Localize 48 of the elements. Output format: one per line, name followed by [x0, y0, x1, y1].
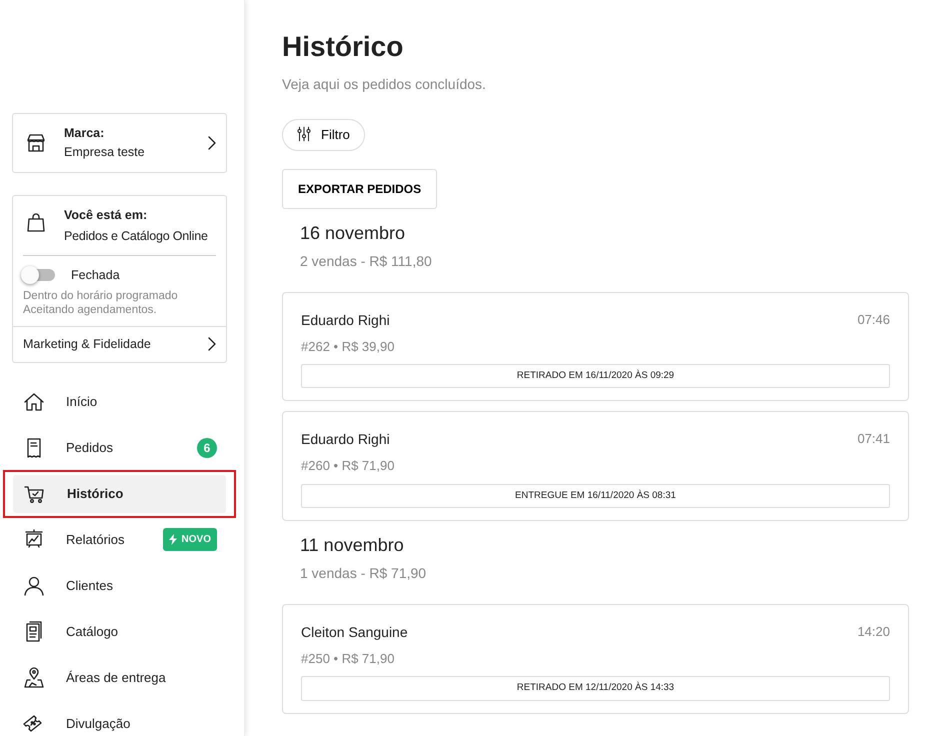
order-card[interactable]: Eduardo Righi 07:46 #262 • R$ 39,90 RETIRADO EM 16/11/2020 ÀS 09:29	[282, 292, 909, 402]
schedule-note: Dentro do horário programado	[23, 288, 179, 303]
nav-item[interactable]: Início	[12, 382, 227, 420]
page-title: Histórico	[282, 30, 404, 64]
nav-item[interactable]: Catálogo	[12, 612, 227, 650]
date-heading: 11 novembro	[300, 535, 405, 557]
location-value: Pedidos e Catálogo Online	[64, 228, 208, 246]
order-status: RETIRADO EM 12/11/2020 ÀS 14:33	[301, 676, 890, 701]
new-badge: NOVO	[162, 528, 217, 551]
customer-name: Cleiton Sanguine	[301, 622, 408, 642]
count-badge: 6	[197, 438, 217, 458]
nav-item[interactable]: Divulgação	[12, 704, 227, 736]
order-details: #262 • R$ 39,90	[301, 338, 396, 356]
store-toggle[interactable]	[23, 269, 55, 282]
nav-item[interactable]: Pedidos 6	[12, 428, 227, 466]
marketing-link[interactable]: Marketing & Fidelidade	[13, 326, 226, 362]
order-time: 07:41	[857, 430, 890, 448]
order-status: RETIRADO EM 16/11/2020 ÀS 09:29	[301, 364, 890, 388]
brand-name: Empresa teste	[64, 144, 146, 161]
schedule-note: Aceitando agendamentos.	[23, 302, 158, 317]
chevron-right-icon	[208, 136, 216, 150]
order-card[interactable]: Cleiton Sanguine 14:20 #250 • R$ 71,90 RETIRADO EM 12/11/2020 ÀS 14:33	[282, 604, 909, 714]
customer-name: Eduardo Righi	[301, 310, 390, 330]
order-details: #260 • R$ 71,90	[301, 457, 396, 476]
nav-item[interactable]: Áreas de entrega	[12, 658, 227, 696]
order-time: 14:20	[857, 622, 890, 641]
filter-button[interactable]: Filtro	[282, 118, 365, 152]
brand-label: Marca:	[64, 125, 106, 142]
customer-name: Eduardo Righi	[301, 430, 390, 450]
page-subtitle: Veja aqui os pedidos concluídos.	[282, 74, 487, 94]
order-time: 07:46	[857, 310, 890, 329]
date-heading: 16 novembro	[300, 223, 406, 245]
nav-item[interactable]: Relatórios NOVO	[12, 520, 227, 558]
chevron-right-icon	[208, 337, 216, 352]
sliders-icon	[295, 125, 313, 144]
day-summary: 2 vendas - R$ 111,80	[300, 252, 433, 271]
day-summary: 1 vendas - R$ 71,90	[300, 564, 428, 583]
location-label: Você está em:	[64, 206, 148, 224]
marketing-label: Marketing & Fidelidade	[23, 336, 151, 353]
order-details: #250 • R$ 71,90	[301, 650, 396, 668]
order-status: ENTREGUE EM 16/11/2020 ÀS 08:31	[301, 484, 890, 508]
export-button[interactable]: EXPORTAR PEDIDOS	[282, 169, 438, 210]
store-status: Fechada	[71, 267, 120, 284]
nav-item[interactable]: Clientes	[12, 566, 227, 604]
map-pin-icon	[22, 666, 46, 690]
order-card[interactable]: Eduardo Righi 07:41 #260 • R$ 71,90 ENTREGUE EM 16/11/2020 ÀS 08:31	[282, 411, 909, 522]
brand-card[interactable]: Marca: Empresa teste	[12, 113, 227, 172]
nav-item[interactable]: Histórico	[13, 474, 226, 512]
